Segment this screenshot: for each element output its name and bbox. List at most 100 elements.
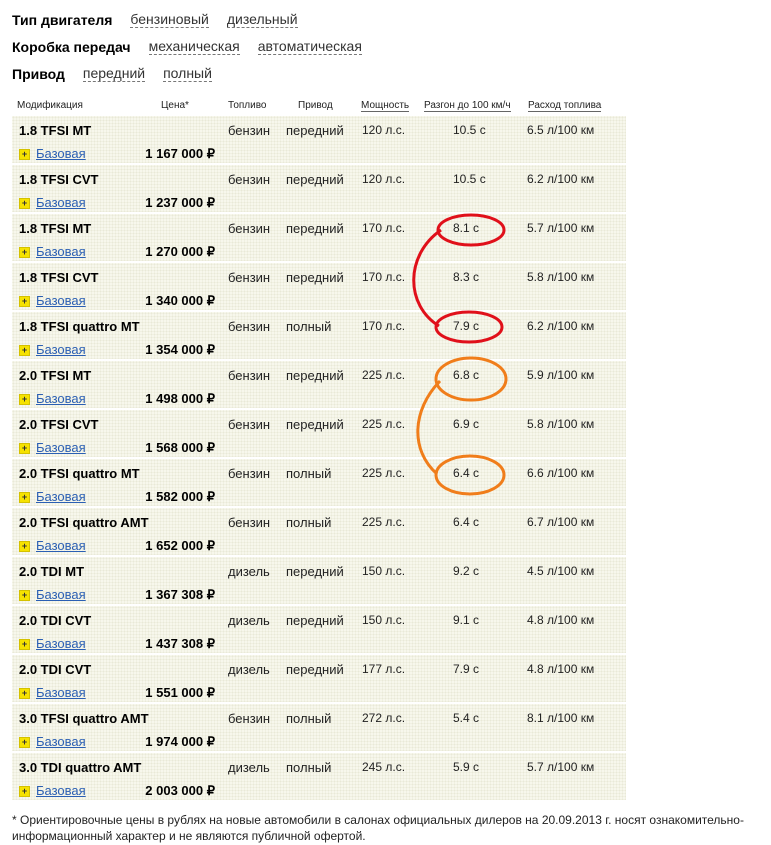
filter-option-automatic[interactable]: автоматическая [257,38,362,55]
trim-link[interactable]: + Базовая [19,489,86,504]
trim-label[interactable]: Базовая [36,391,86,406]
header-drive: Привод [298,100,333,111]
drive-value: передний [286,368,344,383]
plus-icon[interactable]: + [19,688,30,699]
header-fuel: Топливо [228,100,267,111]
plus-icon[interactable]: + [19,639,30,650]
trim-label[interactable]: Базовая [36,685,86,700]
table-row: 1.8 TFSI MT + Базовая 1 270 000 ₽ бензин пере… [12,214,626,261]
trim-link[interactable]: + Базовая [19,734,86,749]
drive-value: передний [286,123,344,138]
filter-panel: Тип двигателя бензиновый дизельный Короб… [12,6,380,87]
table-row: 1.8 TFSI quattro MT + Базовая 1 354 000 ₽ бе… [12,312,626,359]
table-row: 1.8 TFSI CVT + Базовая 1 237 000 ₽ бензин пер… [12,165,626,212]
power-value: 225 л.с. [362,368,406,382]
plus-icon[interactable]: + [19,786,30,797]
fuel-value: дизель [228,662,270,677]
trim-label[interactable]: Базовая [36,195,86,210]
plus-icon[interactable]: + [19,541,30,552]
header-power-sort[interactable]: Мощность [361,100,410,112]
price-value: 1 582 000 ₽ [145,489,215,504]
trim-link[interactable]: + Базовая [19,342,86,357]
modification-name: 2.0 TFSI MT [19,368,92,383]
trim-link[interactable]: + Базовая [19,538,86,553]
plus-icon[interactable]: + [19,247,30,258]
trim-label[interactable]: Базовая [36,636,86,651]
filter-option-diesel[interactable]: дизельный [226,11,298,28]
trim-label[interactable]: Базовая [36,489,86,504]
plus-icon[interactable]: + [19,590,30,601]
consumption-value: 5.7 л/100 км [527,221,595,235]
trim-link[interactable]: + Базовая [19,146,86,161]
acceleration-value: 5.9 с [453,760,480,774]
trim-link[interactable]: + Базовая [19,293,86,308]
price-value: 1 652 000 ₽ [145,538,215,553]
drive-value: полный [286,515,332,530]
price-value: 1 340 000 ₽ [145,293,215,308]
filter-option-petrol[interactable]: бензиновый [130,11,209,28]
fuel-value: бензин [228,270,271,285]
trim-link[interactable]: + Базовая [19,587,86,602]
plus-icon[interactable]: + [19,737,30,748]
modification-name: 2.0 TFSI quattro AMT [19,515,149,530]
fuel-value: дизель [228,613,270,628]
acceleration-value: 5.4 с [453,711,480,725]
trim-label[interactable]: Базовая [36,342,86,357]
table-row: 3.0 TDI quattro AMT + Базовая 2 003 000 ₽ ди… [12,753,626,800]
trim-label[interactable]: Базовая [36,538,86,553]
plus-icon[interactable]: + [19,149,30,160]
trim-link[interactable]: + Базовая [19,636,86,651]
power-value: 120 л.с. [362,123,406,137]
trim-link[interactable]: + Базовая [19,440,86,455]
price-value: 1 367 308 ₽ [145,587,215,602]
drive-value: полный [286,319,332,334]
filter-option-manual[interactable]: механическая [148,38,240,55]
power-value: 225 л.с. [362,417,406,431]
trim-link[interactable]: + Базовая [19,391,86,406]
trim-label[interactable]: Базовая [36,440,86,455]
fuel-value: бензин [228,515,271,530]
trim-link[interactable]: + Базовая [19,244,86,259]
acceleration-value: 7.9 с [453,319,480,333]
power-value: 170 л.с. [362,319,406,333]
fuel-value: бензин [228,466,271,481]
trim-label[interactable]: Базовая [36,146,86,161]
power-value: 170 л.с. [362,221,406,235]
modification-name: 2.0 TDI CVT [19,662,92,677]
trim-label[interactable]: Базовая [36,293,86,308]
acceleration-value: 6.9 с [453,417,480,431]
drive-value: передний [286,613,344,628]
plus-icon[interactable]: + [19,443,30,454]
modification-name: 3.0 TFSI quattro AMT [19,711,149,726]
trim-label[interactable]: Базовая [36,783,86,798]
trim-link[interactable]: + Базовая [19,195,86,210]
consumption-value: 4.8 л/100 км [527,662,595,676]
trim-label[interactable]: Базовая [36,734,86,749]
acceleration-value: 8.3 с [453,270,480,284]
plus-icon[interactable]: + [19,492,30,503]
plus-icon[interactable]: + [19,345,30,356]
filter-option-awd[interactable]: полный [163,65,212,82]
header-acceleration-sort[interactable]: Разгон до 100 км/ч [424,100,511,112]
drive-value: полный [286,466,332,481]
price-value: 1 498 000 ₽ [145,391,215,406]
header-consumption-sort[interactable]: Расход топлива [528,100,602,112]
power-value: 170 л.с. [362,270,406,284]
filter-option-front[interactable]: передний [82,65,146,82]
power-value: 150 л.с. [362,564,406,578]
drive-value: передний [286,270,344,285]
fuel-value: бензин [228,123,271,138]
fuel-value: бензин [228,417,271,432]
trim-label[interactable]: Базовая [36,587,86,602]
trim-link[interactable]: + Базовая [19,685,86,700]
acceleration-value: 8.1 с [453,221,480,235]
modifications-table: 1.8 TFSI MT + Базовая 1 167 000 ₽ бензин пере… [12,116,626,802]
plus-icon[interactable]: + [19,296,30,307]
price-value: 1 551 000 ₽ [145,685,215,700]
trim-label[interactable]: Базовая [36,244,86,259]
trim-link[interactable]: + Базовая [19,783,86,798]
plus-icon[interactable]: + [19,394,30,405]
table-row: 2.0 TFSI quattro AMT + Базовая 1 652 000 ₽ б… [12,508,626,555]
filter-drive: Привод передний полный [12,60,380,87]
plus-icon[interactable]: + [19,198,30,209]
